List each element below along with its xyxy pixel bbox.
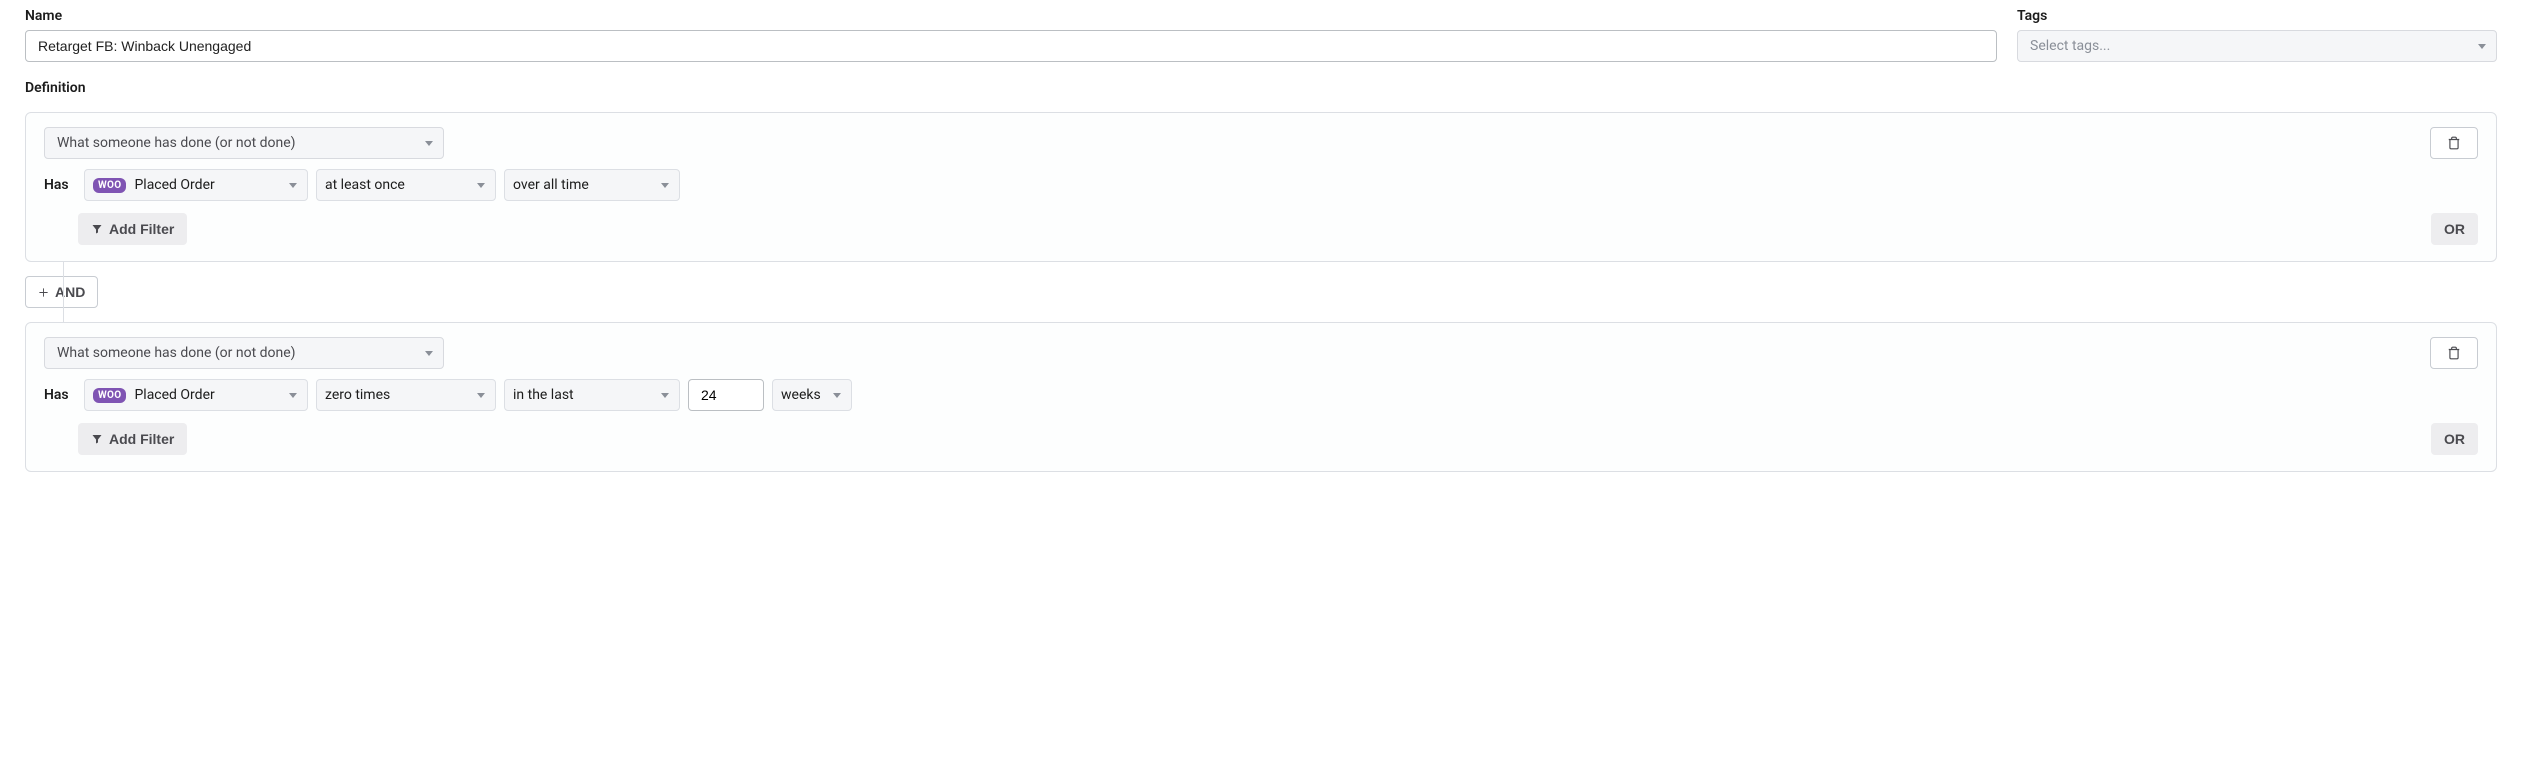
frequency-value: at least once [325,177,405,193]
connector-line [63,262,64,322]
or-label: OR [2444,431,2465,447]
filter-icon [91,223,103,235]
plus-icon [38,287,49,298]
event-select[interactable]: WOO Placed Order [84,169,308,201]
event-name: Placed Order [134,387,214,403]
add-filter-button[interactable]: Add Filter [78,213,187,245]
condition-block: What someone has done (or not done) Has … [25,322,2497,472]
time-range-value: in the last [513,387,574,403]
or-label: OR [2444,221,2465,237]
time-range-value: over all time [513,177,589,193]
and-button[interactable]: AND [25,276,98,308]
unit-value: weeks [781,387,821,403]
definition-label: Definition [25,80,2497,96]
event-name: Placed Order [134,177,214,193]
woo-badge: WOO [93,388,126,403]
chevron-down-icon [833,393,841,398]
chevron-down-icon [425,351,433,356]
add-filter-label: Add Filter [109,431,174,447]
chevron-down-icon [661,183,669,188]
event-select[interactable]: WOO Placed Order [84,379,308,411]
chevron-down-icon [661,393,669,398]
time-range-select[interactable]: over all time [504,169,680,201]
delete-button[interactable] [2430,337,2478,369]
or-button[interactable]: OR [2431,423,2478,455]
chevron-down-icon [2478,44,2486,49]
condition-type-value: What someone has done (or not done) [57,135,296,151]
filter-icon [91,433,103,445]
condition-type-value: What someone has done (or not done) [57,345,296,361]
chevron-down-icon [477,183,485,188]
woo-badge: WOO [93,178,126,193]
has-label: Has [44,177,72,193]
tags-placeholder: Select tags... [2030,38,2110,54]
number-input[interactable] [688,379,764,411]
tags-select[interactable]: Select tags... [2017,30,2497,62]
chevron-down-icon [477,393,485,398]
chevron-down-icon [289,183,297,188]
tags-label: Tags [2017,8,2497,24]
frequency-select[interactable]: zero times [316,379,496,411]
delete-button[interactable] [2430,127,2478,159]
condition-block: What someone has done (or not done) Has … [25,112,2497,262]
add-filter-button[interactable]: Add Filter [78,423,187,455]
name-input[interactable] [25,30,1997,62]
condition-type-select[interactable]: What someone has done (or not done) [44,337,444,369]
trash-icon [2447,346,2461,360]
frequency-value: zero times [325,387,390,403]
frequency-select[interactable]: at least once [316,169,496,201]
add-filter-label: Add Filter [109,221,174,237]
trash-icon [2447,136,2461,150]
chevron-down-icon [425,141,433,146]
has-label: Has [44,387,72,403]
or-button[interactable]: OR [2431,213,2478,245]
name-label: Name [25,8,1997,24]
condition-type-select[interactable]: What someone has done (or not done) [44,127,444,159]
time-range-select[interactable]: in the last [504,379,680,411]
and-label: AND [55,284,85,300]
chevron-down-icon [289,393,297,398]
unit-select[interactable]: weeks [772,379,852,411]
